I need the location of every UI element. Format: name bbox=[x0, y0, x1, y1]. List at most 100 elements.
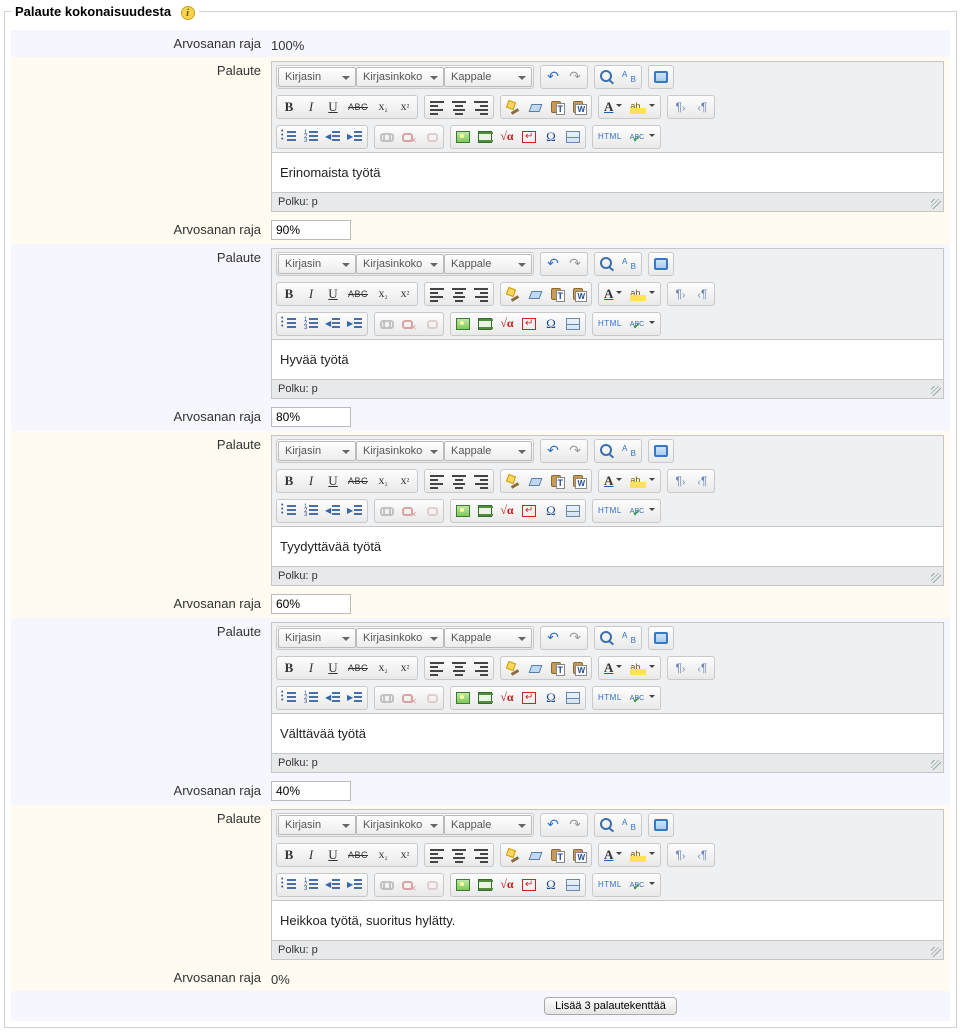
undo-button[interactable]: ↶ bbox=[542, 628, 564, 648]
table-button[interactable] bbox=[562, 501, 584, 521]
resize-handle-icon[interactable] bbox=[931, 573, 941, 583]
align-right-button[interactable] bbox=[470, 471, 492, 491]
font-family-select[interactable]: Kirjasin bbox=[278, 67, 356, 87]
text-color-button[interactable]: A bbox=[600, 97, 626, 117]
bg-color-button[interactable] bbox=[626, 284, 659, 304]
fullscreen-button[interactable] bbox=[650, 628, 672, 648]
outdent-button[interactable] bbox=[322, 875, 344, 895]
nbsp-button[interactable] bbox=[518, 127, 540, 147]
italic-button[interactable]: I bbox=[300, 658, 322, 678]
equation-button[interactable]: √α bbox=[496, 314, 518, 334]
grade-boundary-input[interactable] bbox=[271, 220, 351, 240]
superscript-button[interactable]: x bbox=[394, 97, 416, 117]
text-color-button[interactable]: A bbox=[600, 471, 626, 491]
strike-button[interactable]: ABC bbox=[344, 471, 372, 491]
font-size-select[interactable]: Kirjasinkoko bbox=[356, 815, 444, 835]
align-right-button[interactable] bbox=[470, 284, 492, 304]
redo-button[interactable]: ↷ bbox=[564, 254, 586, 274]
strike-button[interactable]: ABC bbox=[344, 97, 372, 117]
ltr-button[interactable] bbox=[669, 471, 691, 491]
resize-handle-icon[interactable] bbox=[931, 386, 941, 396]
add-feedback-fields-button[interactable]: Lisää 3 palautekenttää bbox=[544, 997, 677, 1015]
text-color-button[interactable]: A bbox=[600, 658, 626, 678]
subscript-button[interactable]: x bbox=[372, 284, 394, 304]
font-family-select[interactable]: Kirjasin bbox=[278, 441, 356, 461]
align-right-button[interactable] bbox=[470, 845, 492, 865]
paste-text-button[interactable] bbox=[546, 658, 568, 678]
find-replace-button[interactable] bbox=[618, 67, 640, 87]
redo-button[interactable]: ↷ bbox=[564, 628, 586, 648]
cleanup-button[interactable] bbox=[502, 658, 524, 678]
insert-image-button[interactable] bbox=[452, 875, 474, 895]
fullscreen-button[interactable] bbox=[650, 67, 672, 87]
fullscreen-button[interactable] bbox=[650, 815, 672, 835]
paragraph-format-select[interactable]: Kappale bbox=[444, 815, 532, 835]
table-button[interactable] bbox=[562, 127, 584, 147]
text-color-button[interactable]: A bbox=[600, 284, 626, 304]
subscript-button[interactable]: x bbox=[372, 658, 394, 678]
underline-button[interactable]: U bbox=[322, 471, 344, 491]
undo-button[interactable]: ↶ bbox=[542, 441, 564, 461]
spellcheck-button[interactable] bbox=[626, 127, 659, 147]
nbsp-button[interactable] bbox=[518, 875, 540, 895]
number-list-button[interactable] bbox=[300, 501, 322, 521]
rtl-button[interactable] bbox=[691, 658, 713, 678]
equation-button[interactable]: √α bbox=[496, 127, 518, 147]
find-button[interactable] bbox=[596, 67, 618, 87]
info-icon[interactable]: i bbox=[181, 6, 195, 20]
char-button[interactable]: Ω bbox=[540, 688, 562, 708]
paragraph-format-select[interactable]: Kappale bbox=[444, 67, 532, 87]
indent-button[interactable] bbox=[344, 501, 366, 521]
text-color-button[interactable]: A bbox=[600, 845, 626, 865]
spellcheck-button[interactable] bbox=[626, 688, 659, 708]
bullet-list-button[interactable] bbox=[278, 314, 300, 334]
strike-button[interactable]: ABC bbox=[344, 658, 372, 678]
paragraph-format-select[interactable]: Kappale bbox=[444, 628, 532, 648]
font-family-select[interactable]: Kirjasin bbox=[278, 254, 356, 274]
paste-word-button[interactable] bbox=[568, 471, 590, 491]
bullet-list-button[interactable] bbox=[278, 688, 300, 708]
redo-button[interactable]: ↷ bbox=[564, 67, 586, 87]
bullet-list-button[interactable] bbox=[278, 875, 300, 895]
char-button[interactable]: Ω bbox=[540, 501, 562, 521]
ltr-button[interactable] bbox=[669, 658, 691, 678]
insert-image-button[interactable] bbox=[452, 688, 474, 708]
font-size-select[interactable]: Kirjasinkoko bbox=[356, 67, 444, 87]
align-center-button[interactable] bbox=[448, 284, 470, 304]
nbsp-button[interactable] bbox=[518, 314, 540, 334]
equation-button[interactable]: √α bbox=[496, 875, 518, 895]
insert-image-button[interactable] bbox=[452, 501, 474, 521]
align-left-button[interactable] bbox=[426, 845, 448, 865]
editor-content[interactable]: Hyvää työtä bbox=[272, 339, 943, 379]
remove-format-button[interactable] bbox=[524, 97, 546, 117]
strike-button[interactable]: ABC bbox=[344, 845, 372, 865]
bold-button[interactable]: B bbox=[278, 845, 300, 865]
indent-button[interactable] bbox=[344, 127, 366, 147]
ltr-button[interactable] bbox=[669, 284, 691, 304]
number-list-button[interactable] bbox=[300, 875, 322, 895]
find-replace-button[interactable] bbox=[618, 441, 640, 461]
number-list-button[interactable] bbox=[300, 314, 322, 334]
cleanup-button[interactable] bbox=[502, 471, 524, 491]
superscript-button[interactable]: x bbox=[394, 845, 416, 865]
subscript-button[interactable]: x bbox=[372, 471, 394, 491]
subscript-button[interactable]: x bbox=[372, 97, 394, 117]
italic-button[interactable]: I bbox=[300, 284, 322, 304]
cleanup-button[interactable] bbox=[502, 284, 524, 304]
remove-format-button[interactable] bbox=[524, 284, 546, 304]
find-button[interactable] bbox=[596, 441, 618, 461]
nbsp-button[interactable] bbox=[518, 501, 540, 521]
font-size-select[interactable]: Kirjasinkoko bbox=[356, 628, 444, 648]
align-center-button[interactable] bbox=[448, 97, 470, 117]
ltr-button[interactable] bbox=[669, 845, 691, 865]
font-size-select[interactable]: Kirjasinkoko bbox=[356, 254, 444, 274]
number-list-button[interactable] bbox=[300, 688, 322, 708]
italic-button[interactable]: I bbox=[300, 845, 322, 865]
bg-color-button[interactable] bbox=[626, 845, 659, 865]
paste-word-button[interactable] bbox=[568, 97, 590, 117]
superscript-button[interactable]: x bbox=[394, 658, 416, 678]
find-replace-button[interactable] bbox=[618, 815, 640, 835]
html-button[interactable]: HTML bbox=[594, 501, 626, 521]
ltr-button[interactable] bbox=[669, 97, 691, 117]
cleanup-button[interactable] bbox=[502, 845, 524, 865]
